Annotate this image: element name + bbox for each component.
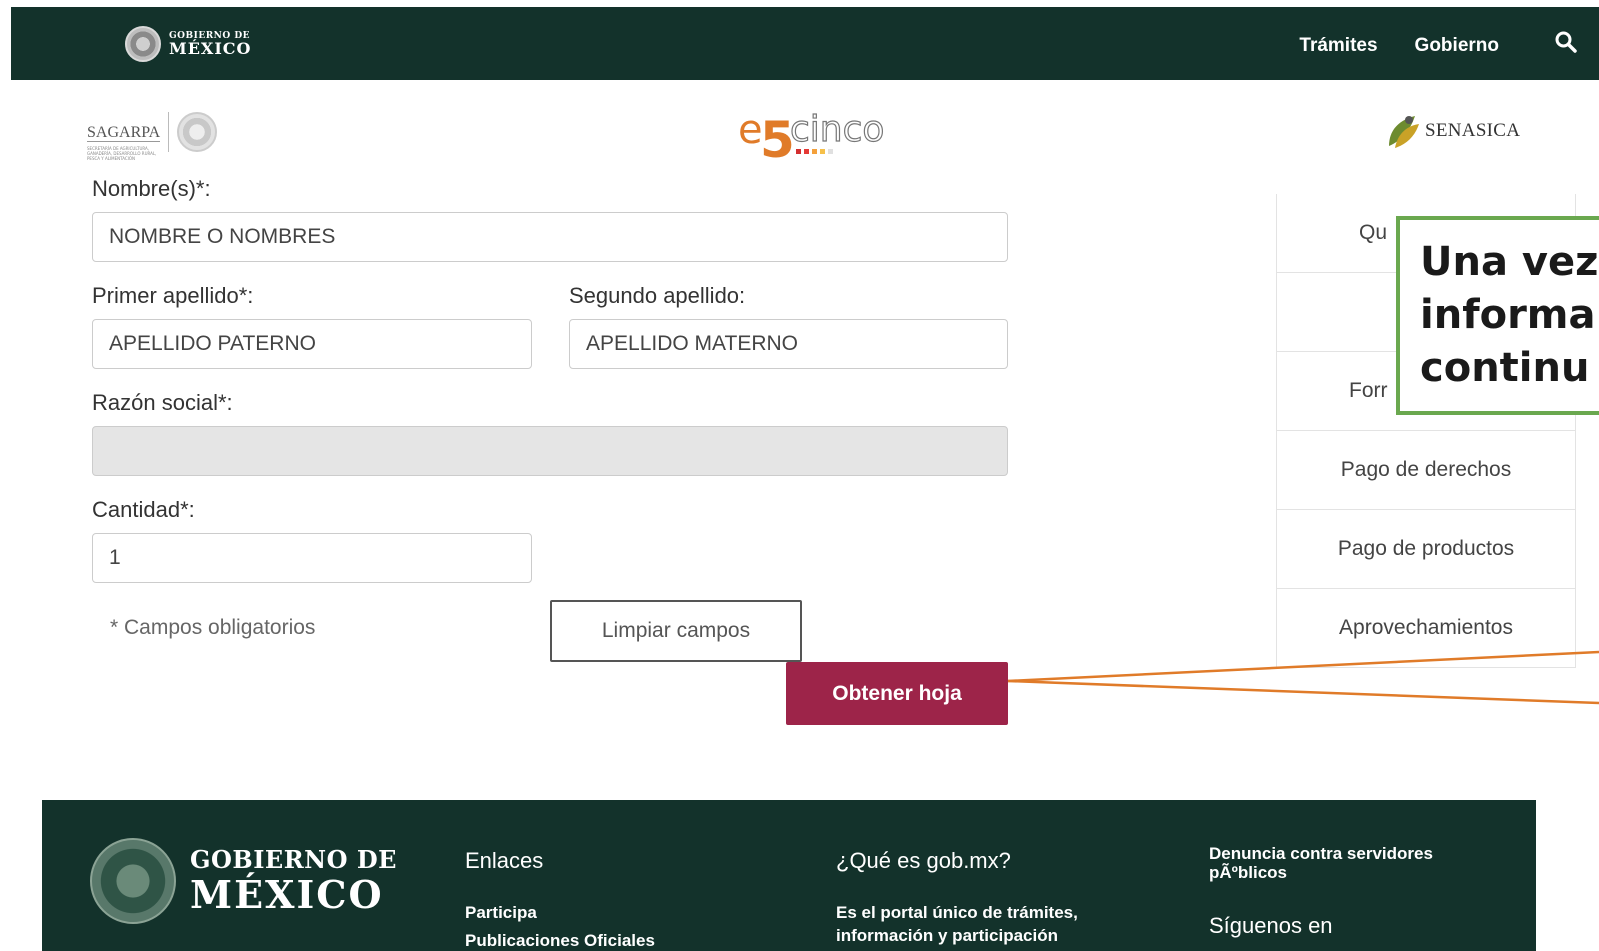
footer-logo-line2: MÉXICO — [190, 872, 384, 917]
callout-line: Una vez — [1420, 239, 1599, 285]
nav-links: Trámites Gobierno — [1299, 35, 1499, 57]
top-navbar: GOBIERNO DE MÉXICO Trámites Gobierno — [11, 7, 1599, 80]
nav-link-tramites[interactable]: Trámites — [1299, 35, 1377, 57]
footer: GOBIERNO DE MÉXICO Enlaces Participa Pub… — [42, 800, 1536, 951]
gobierno-logo[interactable]: GOBIERNO DE MÉXICO — [125, 26, 251, 62]
side-menu-item-pago-productos[interactable]: Pago de productos — [1277, 510, 1575, 589]
footer-que-es-line: Es el portal único de trámites, — [836, 903, 1078, 922]
logo-line2: MÉXICO — [169, 38, 252, 58]
footer-que-es-text: Es el portal único de trámites, informac… — [836, 901, 1078, 947]
get-sheet-button[interactable]: Obtener hoja — [786, 662, 1008, 725]
senasica-logo: SENASICA — [1385, 112, 1520, 150]
svg-text:e: e — [738, 107, 763, 153]
nav-link-gobierno[interactable]: Gobierno — [1415, 35, 1499, 57]
callout-line: continu — [1420, 345, 1590, 391]
gobierno-logo-text: GOBIERNO DE MÉXICO — [169, 31, 252, 58]
national-seal-icon — [125, 26, 161, 62]
e5cinco-logo: e 5 cinco — [738, 107, 885, 165]
sagarpa-text: SAGARPA — [87, 124, 161, 142]
footer-heading-que-es: ¿Qué es gob.mx? — [836, 848, 1011, 873]
footer-logo-text: GOBIERNO DE MÉXICO — [190, 848, 397, 914]
callout-line: informa — [1420, 292, 1596, 338]
primer-apellido-label: Primer apellido*: — [92, 283, 254, 308]
nombre-label: Nombre(s)*: — [92, 176, 211, 201]
razon-social-label: Razón social*: — [92, 390, 233, 415]
sagarpa-seal-icon — [177, 112, 218, 152]
cantidad-label: Cantidad*: — [92, 497, 195, 522]
senasica-leaf-icon — [1389, 116, 1419, 148]
footer-denuncia-line: pÃºblicos — [1209, 863, 1287, 882]
search-icon[interactable] — [1554, 30, 1578, 54]
segundo-apellido-label: Segundo apellido: — [569, 283, 746, 308]
logo-divider — [168, 112, 170, 152]
primer-apellido-input[interactable]: APELLIDO PATERNO — [92, 319, 532, 369]
clear-fields-button[interactable]: Limpiar campos — [550, 600, 802, 662]
footer-heading-siguenos: Síguenos en — [1209, 913, 1333, 938]
razon-social-input[interactable] — [92, 426, 1008, 476]
required-fields-note: * Campos obligatorios — [110, 616, 316, 639]
senasica-text: SENASICA — [1425, 120, 1521, 141]
footer-link-denuncia[interactable]: Denuncia contra servidores pÃºblicos — [1209, 844, 1433, 882]
footer-heading-enlaces: Enlaces — [465, 848, 544, 873]
footer-logo-line1: GOBIERNO DE — [190, 845, 397, 874]
footer-link-publicaciones[interactable]: Publicaciones Oficiales — [465, 931, 655, 951]
footer-denuncia-line: Denuncia contra servidores — [1209, 844, 1433, 863]
sagarpa-logo: SAGARPA SECRETARÍA DE AGRICULTURA, GANAD… — [87, 112, 218, 161]
svg-text:cinco: cinco — [790, 109, 884, 150]
national-seal-icon — [90, 838, 176, 924]
segundo-apellido-input[interactable]: APELLIDO MATERNO — [569, 319, 1008, 369]
footer-que-es-line: información y participación — [836, 926, 1058, 945]
nombre-input[interactable]: NOMBRE O NOMBRES — [92, 212, 1008, 262]
callout-box: Una vez informa continu — [1396, 216, 1599, 415]
footer-logo: GOBIERNO DE MÉXICO — [90, 838, 397, 924]
side-menu-item-aprovechamientos[interactable]: Aprovechamientos — [1277, 589, 1575, 668]
sagarpa-subtitle: SECRETARÍA DE AGRICULTURA, GANADERÍA, DE… — [87, 146, 157, 161]
cantidad-input[interactable]: 1 — [92, 533, 532, 583]
side-menu-item-pago-derechos[interactable]: Pago de derechos — [1277, 431, 1575, 510]
footer-link-participa[interactable]: Participa — [465, 903, 537, 923]
